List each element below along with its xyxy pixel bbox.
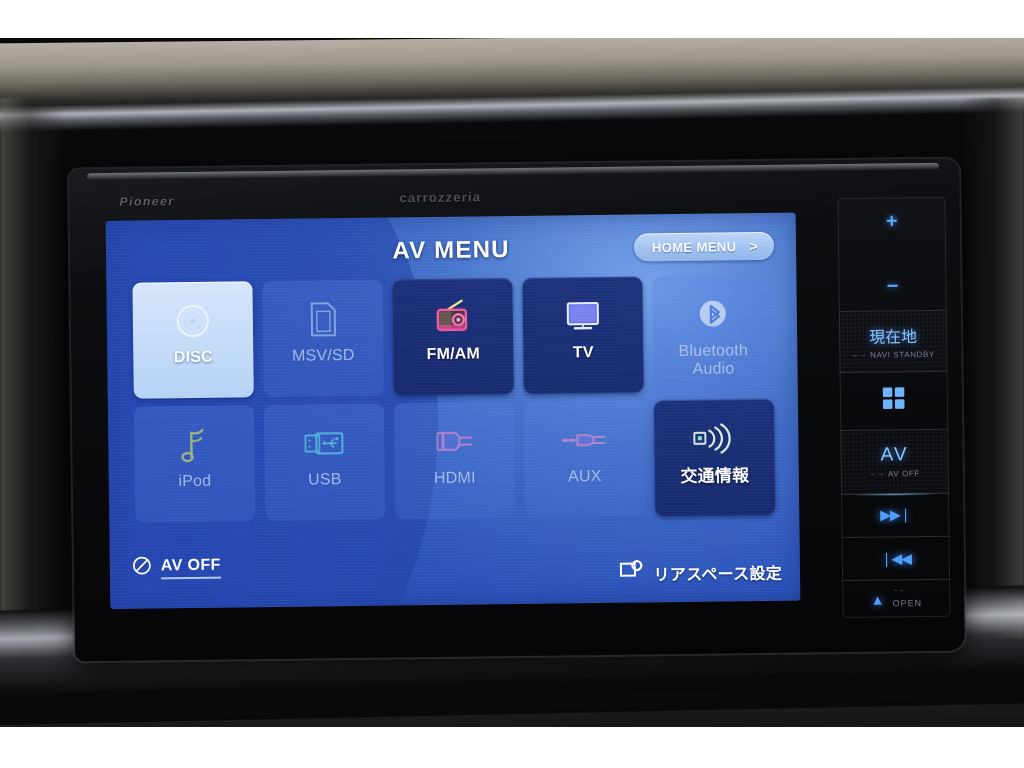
tile-ipod[interactable]: iPod	[133, 405, 256, 523]
tile-label: AUX	[567, 467, 602, 486]
arrows-icon: ←→	[892, 586, 905, 594]
tile-tv[interactable]: TV	[522, 276, 644, 394]
next-track-icon: ▶▶❘	[880, 506, 911, 523]
tile-label: Bluetooth Audio	[678, 342, 749, 378]
source-tile-grid: DISC MSV/SD FM/AM TV Bluetooth Audio iPo…	[132, 274, 776, 523]
arrows-icon: ←→	[851, 351, 868, 359]
sd-card-icon	[295, 297, 352, 342]
chevron-right-icon: >	[749, 238, 759, 255]
tile-fm-am[interactable]: FM/AM	[392, 278, 514, 396]
head-unit: Pioneer carrozzeria AV MENU HOME MENU >	[69, 158, 965, 662]
tile-label: FM/AM	[426, 345, 481, 364]
tile-msv-sd[interactable]: MSV/SD	[262, 279, 384, 398]
radio-icon	[425, 295, 482, 340]
dashboard-trim-left	[0, 98, 66, 618]
lcd-screen[interactable]: AV MENU HOME MENU > DISC MSV/SD FM/AM TV…	[105, 212, 801, 609]
av-source-button[interactable]: AV ←→ AV OFF	[840, 429, 950, 495]
tile-traffic-info[interactable]: 交通情報	[653, 398, 776, 517]
rear-space-settings-icon	[618, 559, 644, 586]
music-note-icon	[166, 423, 223, 468]
apps-menu-button[interactable]	[839, 371, 949, 432]
letterbox-top	[0, 0, 1024, 38]
usb-icon	[296, 421, 353, 466]
av-sublabel: ←→ AV OFF	[870, 470, 920, 480]
navi-current-location-button[interactable]: 現在地 ←→ NAVI STANDBY	[838, 310, 948, 374]
previous-track-button[interactable]: ❘◀◀	[841, 536, 951, 582]
home-menu-button[interactable]: HOME MENU >	[633, 231, 775, 262]
dashboard-photo: Pioneer carrozzeria AV MENU HOME MENU >	[0, 38, 1024, 727]
arrows-icon: ←→	[869, 470, 885, 479]
tile-label: DISC	[173, 348, 213, 367]
av-label: AV	[880, 444, 909, 466]
bluetooth-icon	[685, 292, 742, 337]
hardware-button-panel: + − 現在地 ←→ NAVI STANDBY AV ←→ AV OFF ▶▶❘…	[837, 196, 951, 619]
previous-track-icon: ❘◀◀	[880, 549, 912, 567]
tile-label: HDMI	[433, 469, 476, 488]
tile-disc[interactable]: DISC	[132, 281, 254, 399]
screenshot-root: Pioneer carrozzeria AV MENU HOME MENU >	[0, 0, 1024, 768]
eject-open-button[interactable]: ▲ ←→ OPEN	[842, 580, 950, 618]
aux-plug-icon	[556, 418, 613, 463]
open-label-group: ←→ OPEN	[892, 587, 922, 611]
head-unit-top-edge	[87, 162, 940, 181]
disc-icon	[165, 299, 222, 344]
navi-sublabel: ←→ NAVI STANDBY	[852, 350, 935, 360]
navi-label: 現在地	[869, 328, 918, 347]
av-off-text: AV OFF	[887, 469, 920, 479]
volume-up-button[interactable]: +	[886, 210, 898, 232]
pioneer-logo: Pioneer	[119, 194, 175, 209]
carrozzeria-logo: carrozzeria	[399, 189, 482, 206]
home-menu-label: HOME MENU	[651, 238, 737, 255]
av-off-icon	[132, 555, 152, 580]
broadcast-icon	[686, 416, 743, 461]
rear-space-settings-button[interactable]: リアスペース設定	[618, 558, 782, 587]
tile-usb[interactable]: USB	[263, 403, 386, 522]
open-label: OPEN	[892, 597, 923, 609]
eject-icon: ▲	[870, 591, 884, 608]
tile-label: iPod	[178, 472, 212, 491]
tile-label: 交通情報	[680, 466, 750, 487]
next-track-button[interactable]: ▶▶❘	[841, 492, 950, 539]
navi-standby-text: NAVI STANDBY	[870, 349, 935, 360]
rear-space-settings-label: リアスペース設定	[653, 565, 783, 584]
tile-aux[interactable]: AUX	[523, 400, 646, 518]
av-off-label: AV OFF	[160, 556, 221, 579]
grid-2x2-icon	[881, 385, 907, 416]
hdmi-plug-icon	[426, 419, 483, 464]
television-icon	[555, 294, 612, 339]
tile-label: USB	[307, 471, 342, 489]
tile-hdmi[interactable]: HDMI	[393, 402, 516, 520]
letterbox-bottom	[0, 727, 1024, 768]
av-off-button[interactable]: AV OFF	[132, 555, 221, 581]
tile-bluetooth-audio[interactable]: Bluetooth Audio	[652, 274, 774, 393]
volume-rocker[interactable]: + −	[837, 196, 947, 312]
dashboard-trim-right	[960, 98, 1024, 638]
button-edge-glow	[851, 492, 939, 496]
tile-label: TV	[572, 344, 594, 362]
tile-label: MSV/SD	[291, 346, 355, 365]
volume-down-button[interactable]: −	[887, 275, 899, 297]
